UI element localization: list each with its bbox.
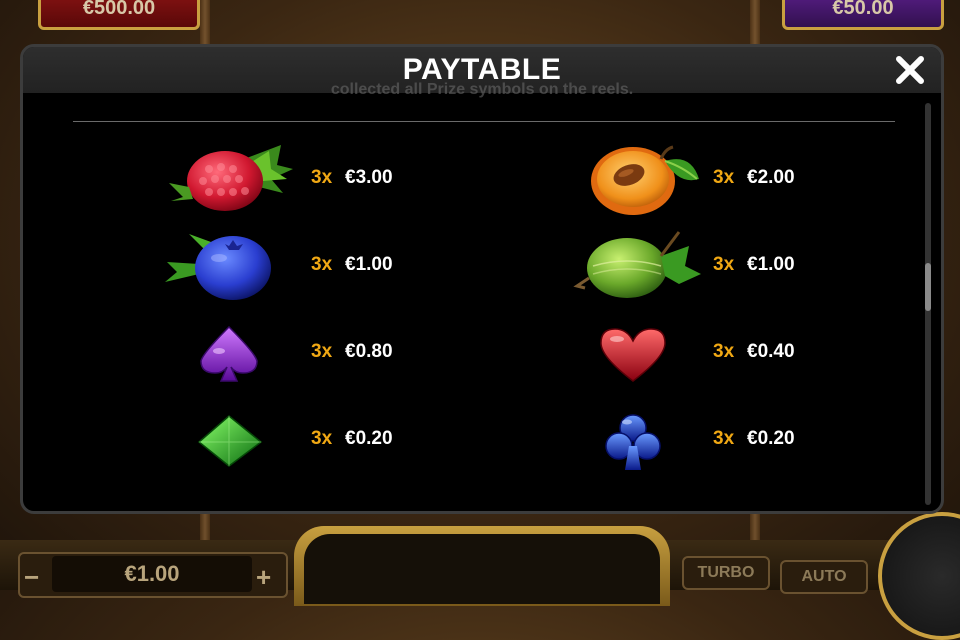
bg-jackpot-box-left: €500.00 <box>38 0 200 30</box>
auto-button[interactable]: AUTO <box>780 560 868 594</box>
close-button[interactable] <box>893 53 927 87</box>
payout-value: €1.00 <box>747 254 795 275</box>
multiplier-label: 3x <box>311 428 333 449</box>
close-icon <box>896 56 924 84</box>
multiplier-label: 3x <box>311 254 333 275</box>
scrollbar-thumb[interactable] <box>925 263 931 311</box>
payout-value: €0.20 <box>345 428 393 449</box>
divider <box>73 121 895 122</box>
reel-tray-inner <box>304 534 660 604</box>
blueberry-icon <box>165 234 271 300</box>
paytable-row-gooseberry: 3x €1.00 <box>561 226 891 306</box>
paytable-row-diamond: 3x €0.20 <box>159 400 489 480</box>
modal-title: PAYTABLE <box>402 53 562 86</box>
payout-value: €0.40 <box>747 341 795 362</box>
club-icon <box>605 414 661 470</box>
payout-value: €2.00 <box>747 167 795 188</box>
multiplier-label: 3x <box>713 254 735 275</box>
multiplier-label: 3x <box>713 428 735 449</box>
turbo-button[interactable]: TURBO <box>682 556 770 590</box>
diamond-icon <box>197 415 263 467</box>
paytable-row-apricot: 3x €2.00 <box>561 139 891 219</box>
payout-value: €0.20 <box>747 428 795 449</box>
bg-jackpot-box-right: €50.00 <box>782 0 944 30</box>
paytable-row-heart: 3x €0.40 <box>561 313 891 393</box>
paytable-modal: collected all Prize symbols on the reels… <box>20 44 944 514</box>
bet-decrease-button[interactable]: − <box>24 562 39 593</box>
spade-icon <box>200 325 258 382</box>
paytable-row-club: 3x €0.20 <box>561 400 891 480</box>
apricot-icon <box>591 145 699 215</box>
heart-icon <box>600 328 666 382</box>
paytable-scrollbar[interactable] <box>925 103 931 505</box>
payout-value: €3.00 <box>345 167 393 188</box>
gooseberry-icon <box>573 231 701 298</box>
multiplier-label: 3x <box>311 341 333 362</box>
multiplier-label: 3x <box>713 167 735 188</box>
paytable-row-spade: 3x €0.80 <box>159 313 489 393</box>
paytable-row-raspberry: 3x €3.00 <box>159 139 489 219</box>
bet-increase-button[interactable]: + <box>256 562 271 593</box>
bet-value: €1.00 <box>52 556 252 592</box>
multiplier-label: 3x <box>311 167 333 188</box>
paytable-row-blueberry: 3x €1.00 <box>159 226 489 306</box>
multiplier-label: 3x <box>713 341 735 362</box>
raspberry-icon <box>169 145 293 211</box>
payout-value: €1.00 <box>345 254 393 275</box>
payout-value: €0.80 <box>345 341 393 362</box>
spin-button[interactable] <box>878 512 960 640</box>
